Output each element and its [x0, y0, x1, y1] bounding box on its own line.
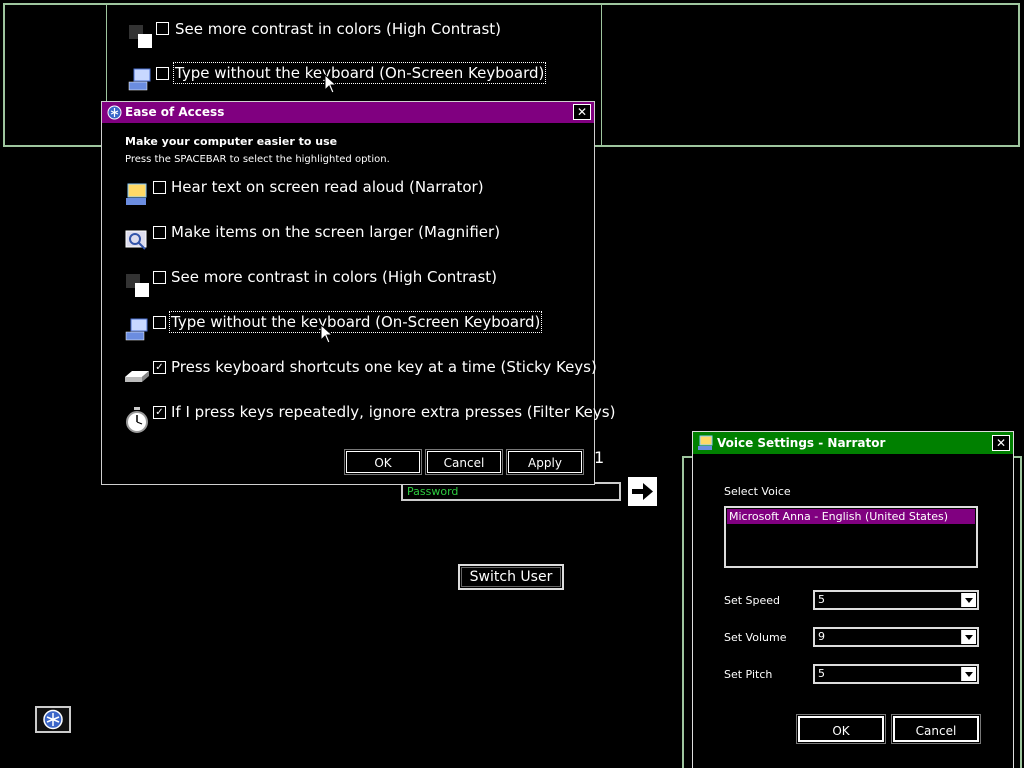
- option-sticky-keys[interactable]: ✓ Press keyboard shortcuts one key at a …: [123, 358, 597, 389]
- ease-of-access-close-button[interactable]: ✕: [573, 104, 591, 120]
- stopwatch-icon: [124, 407, 148, 433]
- voice-settings-title: Voice Settings - Narrator: [717, 436, 886, 450]
- pitch-value: 5: [818, 667, 825, 680]
- switch-user-button[interactable]: Switch User: [458, 564, 564, 590]
- speed-value: 5: [818, 593, 825, 606]
- bg-osk-label: Type without the keyboard (On-Screen Key…: [172, 62, 547, 84]
- voice-list-item[interactable]: Microsoft Anna - English (United States): [727, 509, 975, 524]
- arrow-right-icon: [632, 483, 653, 500]
- osk-label: Type without the keyboard (On-Screen Key…: [168, 311, 543, 333]
- voice-settings-close-button[interactable]: ✕: [992, 435, 1010, 451]
- narrator-label: Hear text on screen read aloud (Narrator…: [171, 178, 484, 196]
- eoa-ok-button[interactable]: OK: [344, 449, 422, 475]
- submit-arrow-button[interactable]: [628, 477, 657, 506]
- magnifier-checkbox[interactable]: [153, 226, 166, 239]
- eoa-apply-button[interactable]: Apply: [506, 449, 584, 475]
- keyboard-computer-icon: [128, 68, 152, 92]
- volume-select[interactable]: 9: [813, 627, 979, 647]
- narrator-title-icon: [698, 435, 713, 450]
- high-contrast-checkbox[interactable]: [153, 271, 166, 284]
- chevron-down-icon[interactable]: [961, 593, 976, 607]
- bg-option-high-contrast[interactable]: See more contrast in colors (High Contra…: [126, 20, 596, 50]
- bg-high-contrast-checkbox[interactable]: [156, 22, 169, 35]
- option-filter-keys[interactable]: ✓ If I press keys repeatedly, ignore ext…: [123, 403, 615, 433]
- high-contrast-icon: [126, 274, 150, 298]
- voice-settings-dialog: Voice Settings - Narrator ✕ Select Voice…: [692, 431, 1014, 768]
- ease-of-access-dialog: Ease of Access ✕ Make your computer easi…: [101, 101, 615, 485]
- chevron-down-icon[interactable]: [961, 630, 976, 644]
- pitch-label: Set Pitch: [724, 668, 773, 681]
- osk-checkbox[interactable]: [153, 316, 166, 329]
- dialog-heading: Make your computer easier to use: [125, 135, 338, 148]
- option-narrator[interactable]: Hear text on screen read aloud (Narrator…: [123, 178, 583, 208]
- option-on-screen-keyboard[interactable]: Type without the keyboard (On-Screen Key…: [123, 311, 583, 343]
- sticky-keys-icon: [124, 365, 149, 389]
- ease-of-access-icon: [43, 709, 63, 730]
- pitch-select[interactable]: 5: [813, 664, 979, 684]
- narrator-icon: [125, 183, 149, 207]
- mouse-cursor-icon: [320, 324, 334, 344]
- option-high-contrast[interactable]: See more contrast in colors (High Contra…: [123, 268, 583, 298]
- mouse-cursor-icon: [324, 74, 338, 94]
- sticky-keys-checkbox[interactable]: ✓: [153, 361, 166, 374]
- chevron-down-icon[interactable]: [961, 667, 976, 681]
- filter-keys-checkbox[interactable]: ✓: [153, 406, 166, 419]
- bg-high-contrast-label: See more contrast in colors (High Contra…: [175, 20, 502, 38]
- speed-select[interactable]: 5: [813, 590, 979, 610]
- narrator-checkbox[interactable]: [153, 181, 166, 194]
- partial-char: 1: [594, 448, 605, 467]
- voice-ok-button[interactable]: OK: [796, 714, 886, 744]
- volume-value: 9: [818, 630, 825, 643]
- ease-of-access-button[interactable]: [35, 706, 71, 733]
- filter-keys-label: If I press keys repeatedly, ignore extra…: [171, 403, 616, 421]
- select-voice-label: Select Voice: [724, 485, 791, 498]
- magnifier-icon: [125, 228, 149, 252]
- magnifier-label: Make items on the screen larger (Magnifi…: [171, 223, 501, 241]
- voice-settings-titlebar[interactable]: Voice Settings - Narrator ✕: [693, 432, 1013, 454]
- speed-label: Set Speed: [724, 594, 781, 607]
- bg-option-on-screen-keyboard[interactable]: Type without the keyboard (On-Screen Key…: [126, 62, 596, 94]
- ease-of-access-title-icon: [107, 105, 122, 120]
- high-contrast-label: See more contrast in colors (High Contra…: [171, 268, 498, 286]
- high-contrast-icon: [129, 25, 153, 49]
- option-magnifier[interactable]: Make items on the screen larger (Magnifi…: [123, 223, 583, 253]
- eoa-cancel-button[interactable]: Cancel: [425, 449, 503, 475]
- dialog-subheading: Press the SPACEBAR to select the highlig…: [125, 154, 390, 165]
- voice-list[interactable]: Microsoft Anna - English (United States): [724, 506, 978, 568]
- sticky-keys-label: Press keyboard shortcuts one key at a ti…: [171, 358, 597, 376]
- volume-label: Set Volume: [724, 631, 787, 644]
- bg-osk-checkbox[interactable]: [156, 67, 169, 80]
- keyboard-computer-icon: [125, 318, 149, 342]
- voice-cancel-button[interactable]: Cancel: [891, 714, 981, 744]
- ease-of-access-title: Ease of Access: [125, 105, 225, 119]
- ease-of-access-titlebar[interactable]: Ease of Access ✕: [102, 102, 594, 123]
